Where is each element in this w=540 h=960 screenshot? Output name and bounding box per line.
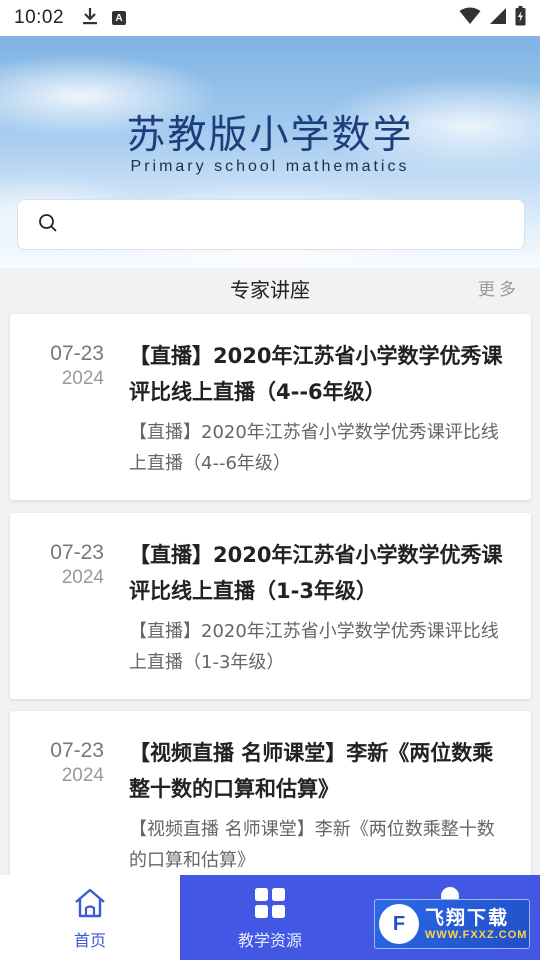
- a-badge-icon: A: [112, 11, 127, 25]
- more-link[interactable]: 更多: [478, 275, 520, 300]
- lecture-card[interactable]: 07-23 2024 【直播】2020年江苏省小学数学优秀课评比线上直播（4--…: [10, 314, 531, 500]
- watermark-text-block: 飞翔下载 WWW.FXXZ.COM: [425, 907, 527, 941]
- card-description: 【视频直播 名师课堂】李新《两位数乘整十数的口算和估算》: [129, 819, 495, 871]
- lecture-card[interactable]: 07-23 2024 【直播】2020年江苏省小学数学优秀课评比线上直播（1-3…: [10, 513, 531, 699]
- card-title[interactable]: 【视频直播 名师课堂】李新《两位数乘整十数的口算和估算》: [129, 735, 509, 807]
- status-time: 10:02: [14, 7, 65, 28]
- card-date: 07-23 2024: [30, 342, 104, 390]
- section-header: 专家讲座 更多: [0, 268, 540, 308]
- card-date: 07-23 2024: [30, 541, 104, 589]
- watermark-logo: F: [379, 904, 419, 944]
- card-title[interactable]: 【直播】2020年江苏省小学数学优秀课评比线上直播（4--6年级）: [129, 338, 509, 410]
- status-bar: 10:02 A: [0, 0, 540, 36]
- nav-label-home: 首页: [73, 931, 106, 950]
- card-date-month-day: 07-23: [50, 342, 104, 365]
- card-date-month-day: 07-23: [50, 541, 104, 564]
- watermark-url: WWW.FXXZ.COM: [425, 929, 528, 941]
- grid-icon: [254, 887, 286, 923]
- card-date-year: 2024: [61, 368, 104, 389]
- battery-icon: [515, 6, 526, 30]
- section-title: 专家讲座: [230, 278, 310, 302]
- watermark-text: 飞翔下载: [425, 907, 510, 929]
- card-date-year: 2024: [61, 567, 104, 588]
- app-title: 苏教版小学数学: [126, 113, 414, 158]
- nav-item-resources[interactable]: 教学资源: [180, 875, 360, 960]
- card-title[interactable]: 【直播】2020年江苏省小学数学优秀课评比线上直播（1-3年级）: [129, 537, 509, 609]
- lecture-card[interactable]: 07-23 2024 【视频直播 名师课堂】李新《两位数乘整十数的口算和估算》 …: [10, 711, 531, 897]
- download-icon: [82, 7, 98, 29]
- search-bar[interactable]: [17, 199, 525, 250]
- watermark-badge: F 飞翔下载 WWW.FXXZ.COM: [374, 899, 530, 949]
- wifi-icon: [459, 7, 481, 29]
- status-notification-icons: A: [82, 7, 127, 29]
- search-input[interactable]: [70, 209, 524, 240]
- home-icon: [73, 887, 107, 923]
- signal-icon: [489, 7, 507, 29]
- nav-label-resources: 教学资源: [237, 931, 302, 950]
- card-date-month-day: 07-23: [50, 739, 104, 762]
- search-icon[interactable]: [38, 213, 58, 237]
- nav-item-home[interactable]: 首页: [0, 875, 180, 960]
- card-description: 【直播】2020年江苏省小学数学优秀课评比线上直播（4--6年级）: [129, 422, 499, 474]
- card-description: 【直播】2020年江苏省小学数学优秀课评比线上直播（1-3年级）: [129, 621, 499, 673]
- app-subtitle: Primary school mathematics: [130, 158, 410, 175]
- card-date: 07-23 2024: [30, 739, 104, 787]
- nav-item-profile[interactable]: F 飞翔下载 WWW.FXXZ.COM: [360, 875, 540, 960]
- card-date-year: 2024: [61, 765, 104, 786]
- status-system-icons: [459, 6, 526, 30]
- bottom-nav: 首页 教学资源 F 飞翔下载 WWW.FXXZ.COM: [0, 875, 540, 960]
